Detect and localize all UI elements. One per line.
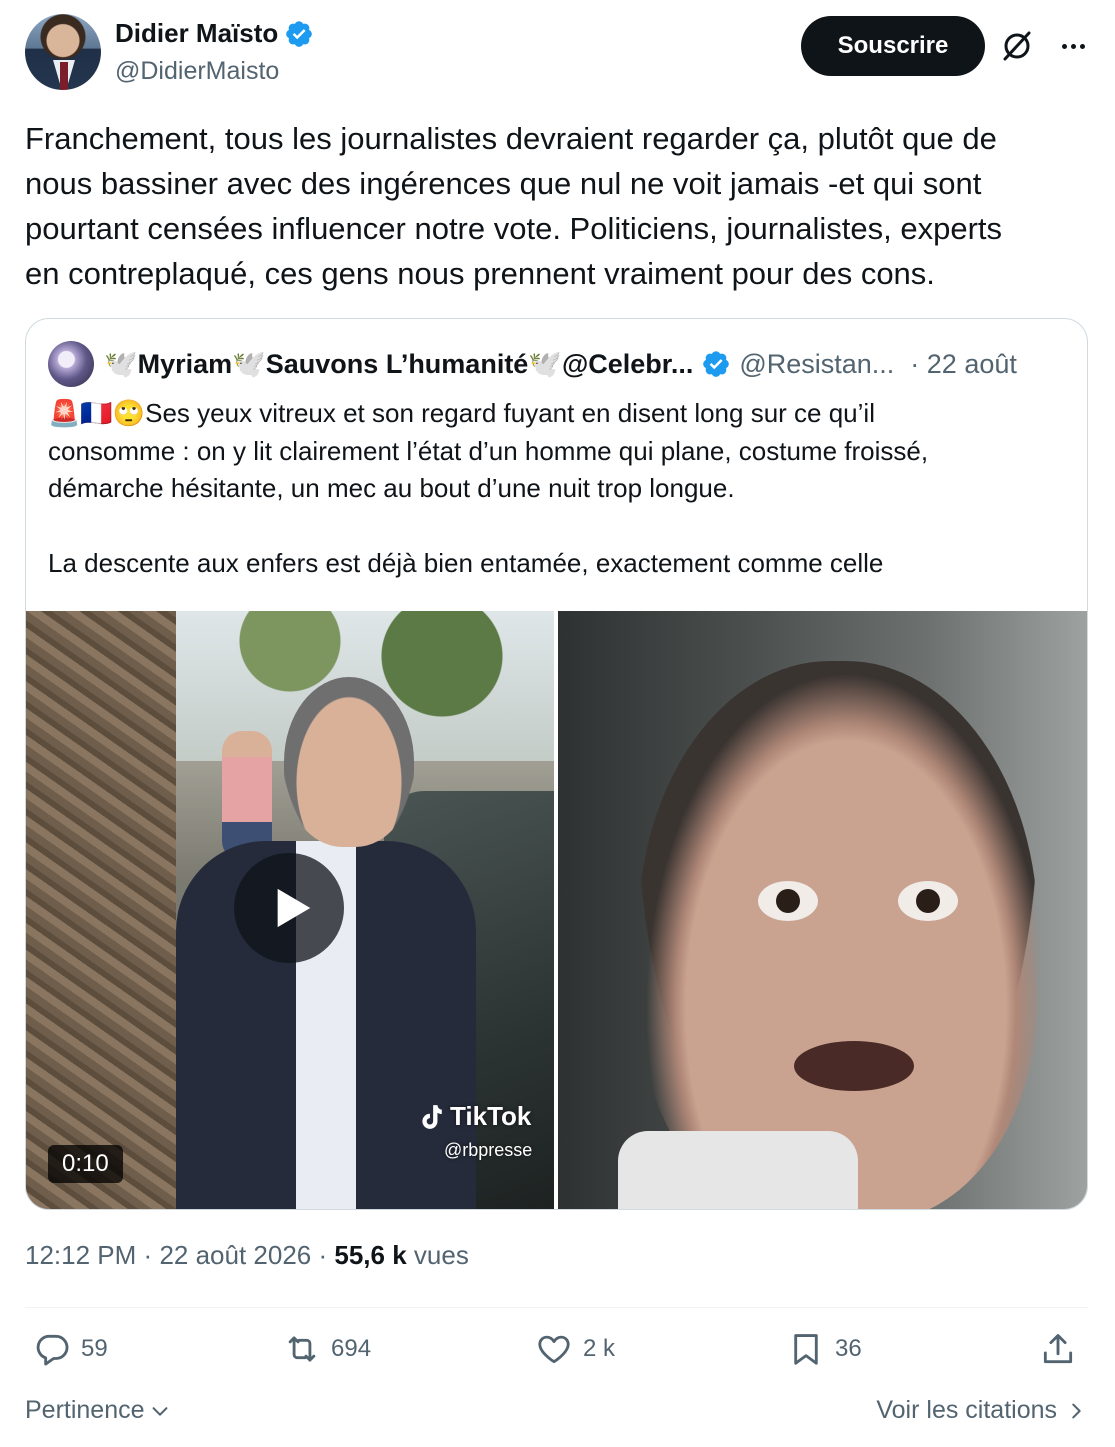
- video-scene-wall: [26, 611, 176, 1209]
- tweet-time[interactable]: 12:12 PM: [25, 1240, 136, 1270]
- video-duration: 0:10: [48, 1145, 123, 1183]
- photo-right-eye: [898, 881, 958, 921]
- divider: [25, 1307, 1088, 1308]
- media-photo[interactable]: [558, 611, 1087, 1209]
- view-quotes-link[interactable]: Voir les citations: [876, 1396, 1087, 1425]
- author-handle[interactable]: @DidierMaisto: [115, 57, 314, 86]
- tiktok-logo: TikTok: [418, 1101, 532, 1132]
- quoted-tweet-date[interactable]: · 22 août: [910, 349, 1017, 380]
- photo-face: [638, 661, 1038, 1209]
- quoted-media: 0:10 TikTok @rbpresse: [26, 611, 1087, 1209]
- play-icon: [277, 888, 311, 928]
- avatar-tie: [60, 62, 68, 90]
- quoted-tweet-header: 🕊️Myriam🕊️Sauvons L’humanité🕊️@Celebr...…: [48, 341, 1065, 387]
- author-name-row[interactable]: Didier Maïsto: [115, 18, 314, 49]
- tiktok-watermark: TikTok @rbpresse: [418, 1101, 532, 1161]
- photo-mouth: [794, 1041, 914, 1091]
- chevron-right-icon: [1072, 1403, 1081, 1418]
- sort-label: Pertinence: [25, 1396, 145, 1424]
- reply-button[interactable]: 59: [33, 1330, 108, 1368]
- share-icon: [1043, 1334, 1073, 1364]
- quoted-author-name[interactable]: 🕊️Myriam🕊️Sauvons L’humanité🕊️@Celebr...: [104, 348, 693, 380]
- views-count: 55,6 k: [334, 1240, 407, 1270]
- bookmark-count: 36: [835, 1335, 862, 1362]
- tweet-header: Didier Maïsto @DidierMaisto Souscrire: [25, 14, 1097, 94]
- chevron-down-icon: [152, 1406, 167, 1416]
- photo-collar: [618, 1131, 858, 1209]
- author-info: Didier Maïsto @DidierMaisto: [115, 18, 314, 86]
- reply-count: 59: [81, 1335, 108, 1362]
- share-button[interactable]: [1039, 1330, 1077, 1368]
- quoted-author-avatar[interactable]: [48, 341, 94, 387]
- tweet-actions: 59 694 2 k 36: [25, 1330, 1088, 1380]
- tiktok-note-icon: [422, 1104, 442, 1129]
- repost-count: 694: [331, 1335, 372, 1362]
- photo-left-eye: [758, 881, 818, 921]
- tweet-page: Didier Maïsto @DidierMaisto Souscrire Fr…: [0, 0, 1115, 1447]
- like-button[interactable]: 2 k: [535, 1330, 615, 1368]
- reply-icon: [36, 1334, 69, 1366]
- tweet-metadata: 12:12 PM · 22 août 2026 · 55,6 k vues: [25, 1240, 469, 1271]
- meta-separator: ·: [143, 1240, 153, 1270]
- author-avatar[interactable]: [25, 14, 101, 90]
- repost-button[interactable]: 694: [283, 1330, 371, 1368]
- quoted-author-handle[interactable]: @Resistan...: [739, 349, 894, 380]
- grok-icon[interactable]: [999, 28, 1035, 64]
- quoted-tweet-text: 🚨🇫🇷🙄Ses yeux vitreux et son regard fuyan…: [48, 398, 929, 578]
- tiktok-brand: TikTok: [450, 1101, 532, 1131]
- more-options-icon[interactable]: [1055, 28, 1091, 64]
- sort-dropdown[interactable]: Pertinence: [25, 1396, 171, 1425]
- repost-icon: [288, 1336, 316, 1362]
- play-button[interactable]: [234, 853, 344, 963]
- meta-separator: ·: [318, 1240, 328, 1270]
- bookmark-button[interactable]: 36: [787, 1330, 862, 1368]
- heart-icon: [538, 1335, 570, 1364]
- tiktok-handle: @rbpresse: [444, 1140, 533, 1160]
- subscribe-button[interactable]: Souscrire: [801, 16, 985, 76]
- quoted-verified-badge-icon: [703, 351, 730, 377]
- author-name[interactable]: Didier Maïsto: [115, 18, 278, 49]
- tweet-date[interactable]: 22 août 2026: [159, 1240, 311, 1270]
- video-scene-man-head: [284, 677, 414, 847]
- like-count: 2 k: [583, 1335, 616, 1362]
- quoted-tweet-card[interactable]: 🕊️Myriam🕊️Sauvons L’humanité🕊️@Celebr...…: [25, 318, 1088, 1210]
- view-quotes-label: Voir les citations: [876, 1396, 1057, 1424]
- video-player[interactable]: 0:10 TikTok @rbpresse: [26, 611, 554, 1209]
- tweet-text: Franchement, tous les journalistes devra…: [25, 121, 1003, 291]
- views-label: vues: [413, 1240, 469, 1270]
- bookmark-icon: [794, 1334, 818, 1365]
- verified-badge-icon: [286, 20, 313, 47]
